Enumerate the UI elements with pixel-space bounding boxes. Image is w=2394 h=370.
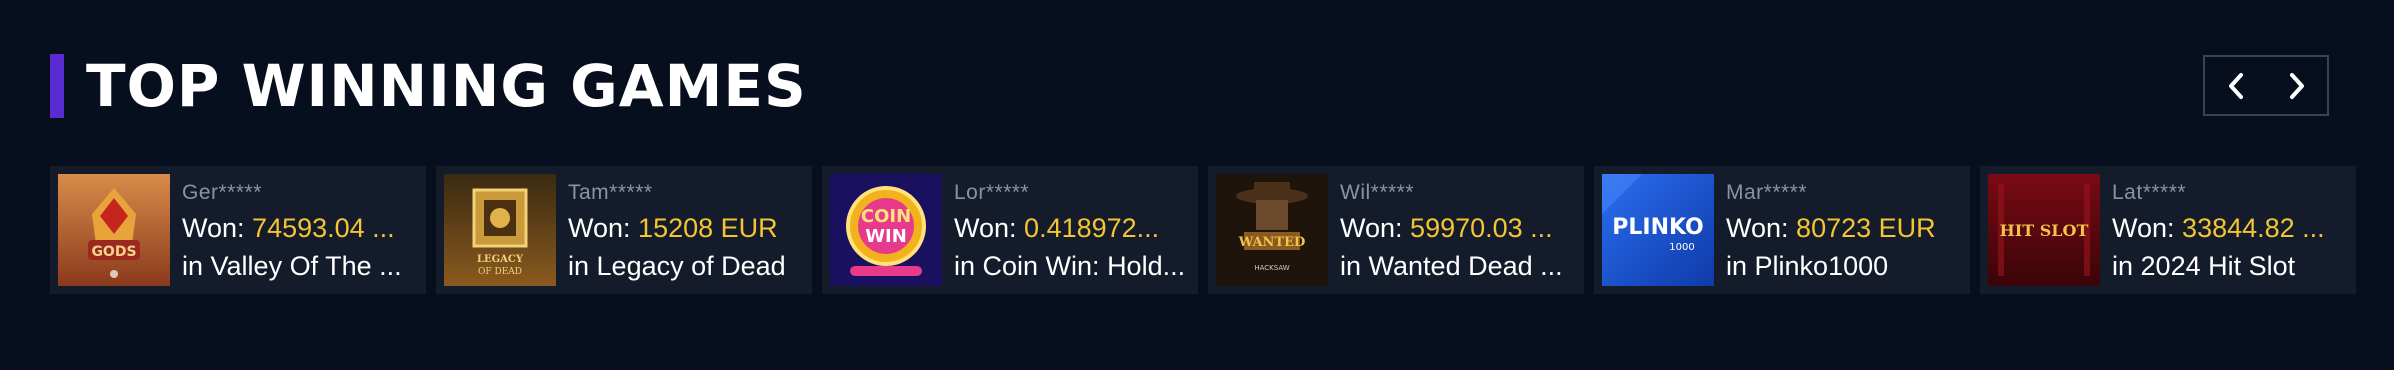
valley-of-the-gods-thumbnail-icon: GODS (58, 174, 170, 286)
game-name: Wanted Dead ... (1368, 251, 1563, 281)
win-amount-line: Won: 80723 EUR (1726, 210, 1960, 246)
in-label: in (1340, 251, 1362, 281)
in-label: in (182, 251, 204, 281)
win-amount-line: Won: 15208 EUR (568, 210, 802, 246)
win-amount: 59970.03 ... (1410, 213, 1553, 243)
win-card[interactable]: GODS Ger***** Won: 74593.04 ... in Valle… (50, 166, 426, 294)
win-amount: 33844.82 ... (2182, 213, 2325, 243)
chevron-right-icon (2289, 72, 2304, 99)
carousel-next-button[interactable] (2266, 57, 2327, 114)
win-card[interactable]: PLINKO 1000 Mar***** Won: 80723 EUR in P… (1594, 166, 1970, 294)
game-thumbnail[interactable]: HIT SLOT (1988, 174, 2100, 286)
legacy-of-dead-thumbnail-icon: LEGACY OF DEAD (444, 174, 556, 286)
winner-username: Mar***** (1726, 181, 1808, 204)
plinko-1000-thumbnail-icon: PLINKO 1000 (1602, 174, 1714, 286)
win-amount: 74593.04 ... (252, 213, 395, 243)
winner-username: Lor***** (954, 181, 1030, 204)
section-header: TOP WINNING GAMES (50, 54, 807, 118)
section-title: TOP WINNING GAMES (86, 52, 807, 120)
top-winning-games-section: TOP WINNING GAMES GODS Ger***** Won: 745… (0, 0, 2394, 370)
game-name: Coin Win: Hold... (982, 251, 1186, 281)
svg-text:COIN: COIN (861, 206, 911, 227)
won-label: Won: (182, 213, 245, 243)
winner-username: Tam***** (568, 181, 653, 204)
game-name-line: in Plinko1000 (1726, 248, 1960, 284)
game-name-line: in Legacy of Dead (568, 248, 802, 284)
svg-text:HIT SLOT: HIT SLOT (2000, 221, 2089, 240)
in-label: in (2112, 251, 2134, 281)
winner-username: Wil***** (1340, 181, 1415, 204)
game-thumbnail[interactable]: WANTED HACKSAW (1216, 174, 1328, 286)
win-amount-line: Won: 59970.03 ... (1340, 210, 1574, 246)
winner-username: Ger***** (182, 181, 262, 204)
win-card[interactable]: HIT SLOT Lat***** Won: 33844.82 ... in 2… (1980, 166, 2356, 294)
win-card[interactable]: LEGACY OF DEAD Tam***** Won: 15208 EUR i… (436, 166, 812, 294)
game-thumbnail[interactable]: PLINKO 1000 (1602, 174, 1714, 286)
win-amount: 80723 EUR (1796, 213, 1936, 243)
in-label: in (1726, 251, 1748, 281)
game-name-line: in Valley Of The ... (182, 248, 416, 284)
winner-username: Lat***** (2112, 181, 2187, 204)
game-name: Legacy of Dead (596, 251, 786, 281)
game-thumbnail[interactable]: LEGACY OF DEAD (444, 174, 556, 286)
won-label: Won: (2112, 213, 2175, 243)
game-name: Plinko1000 (1754, 251, 1889, 281)
won-label: Won: (568, 213, 631, 243)
carousel-nav (2203, 55, 2329, 116)
winning-games-list: GODS Ger***** Won: 74593.04 ... in Valle… (50, 166, 2356, 294)
svg-text:WANTED: WANTED (1238, 235, 1306, 250)
game-name-line: in Wanted Dead ... (1340, 248, 1574, 284)
in-label: in (954, 251, 976, 281)
svg-text:OF DEAD: OF DEAD (478, 267, 522, 277)
svg-text:PLINKO: PLINKO (1612, 215, 1704, 240)
game-name: 2024 Hit Slot (2140, 251, 2296, 281)
won-label: Won: (954, 213, 1017, 243)
svg-text:1000: 1000 (1669, 242, 1694, 253)
win-amount-line: Won: 74593.04 ... (182, 210, 416, 246)
svg-text:WIN: WIN (865, 226, 907, 247)
win-amount-line: Won: 33844.82 ... (2112, 210, 2346, 246)
title-accent-bar (50, 54, 64, 118)
hit-slot-thumbnail-icon: HIT SLOT (1988, 174, 2100, 286)
game-name: Valley Of The ... (210, 251, 402, 281)
win-amount: 15208 EUR (638, 213, 778, 243)
game-name-line: in Coin Win: Hold... (954, 248, 1188, 284)
carousel-prev-button[interactable] (2205, 57, 2266, 114)
svg-text:GODS: GODS (91, 244, 136, 260)
won-label: Won: (1726, 213, 1789, 243)
svg-text:HACKSAW: HACKSAW (1254, 264, 1289, 272)
win-card[interactable]: COIN WIN Lor***** Won: 0.418972... in Co… (822, 166, 1198, 294)
win-amount-line: Won: 0.418972... (954, 210, 1188, 246)
game-thumbnail[interactable]: GODS (58, 174, 170, 286)
win-card[interactable]: WANTED HACKSAW Wil***** Won: 59970.03 ..… (1208, 166, 1584, 294)
in-label: in (568, 251, 590, 281)
wanted-dead-thumbnail-icon: WANTED HACKSAW (1216, 174, 1328, 286)
coin-win-thumbnail-icon: COIN WIN (830, 174, 942, 286)
chevron-left-icon (2228, 72, 2243, 99)
game-name-line: in 2024 Hit Slot (2112, 248, 2346, 284)
win-amount: 0.418972... (1024, 213, 1160, 243)
svg-text:LEGACY: LEGACY (477, 254, 524, 265)
won-label: Won: (1340, 213, 1403, 243)
game-thumbnail[interactable]: COIN WIN (830, 174, 942, 286)
